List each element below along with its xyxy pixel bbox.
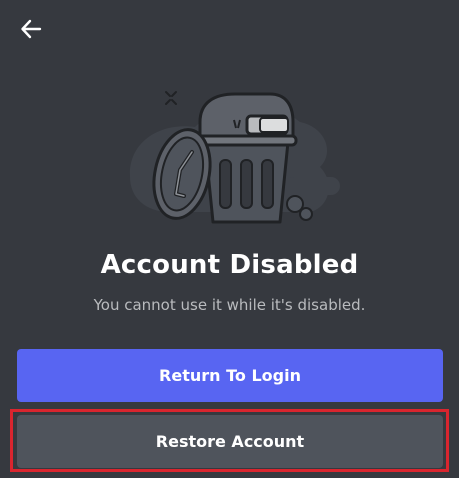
return-to-login-button[interactable]: Return To Login <box>17 349 443 402</box>
account-disabled-screen: Account Disabled You cannot use it while… <box>0 0 459 478</box>
page-title: Account Disabled <box>100 250 359 280</box>
restore-account-button[interactable]: Restore Account <box>17 415 443 468</box>
trash-can-illustration <box>129 91 340 224</box>
back-button[interactable] <box>14 12 48 46</box>
page-subtitle: You cannot use it while it's disabled. <box>93 296 366 314</box>
arrow-left-icon <box>21 19 42 39</box>
